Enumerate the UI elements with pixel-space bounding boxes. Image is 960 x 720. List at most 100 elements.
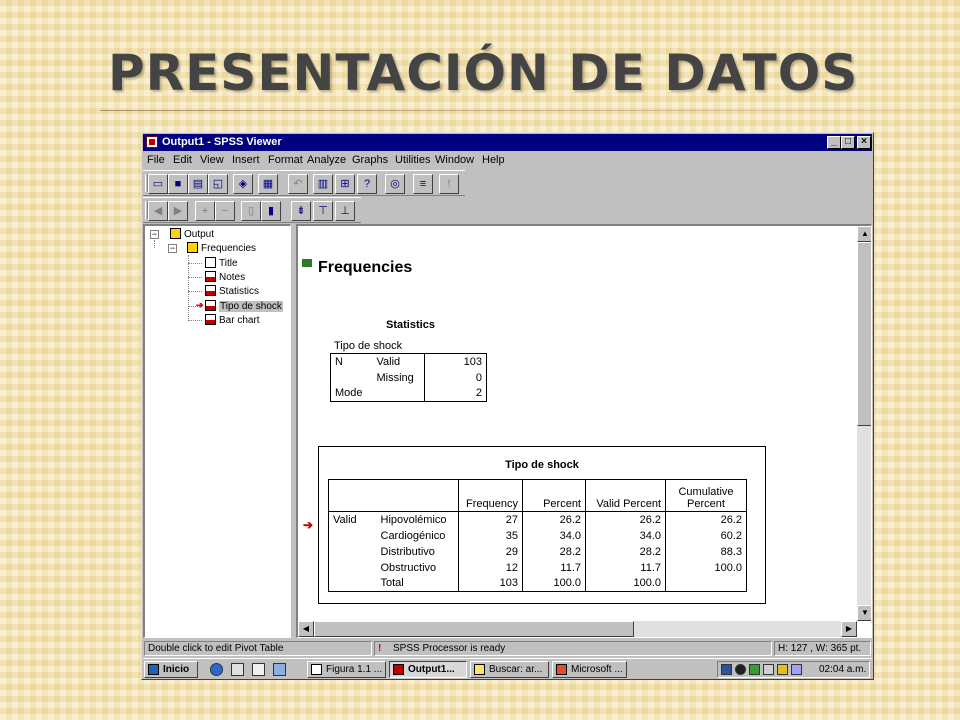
open-icon[interactable]: ▭ (148, 174, 168, 194)
insert-heading-icon[interactable]: ⇟ (291, 201, 311, 221)
vertical-scrollbar[interactable]: ▲ ▼ (857, 226, 871, 621)
task-button-buscar[interactable]: Buscar: ar... (470, 661, 549, 678)
table-cell: Obstructivo (380, 561, 437, 574)
task-button-output1[interactable]: Output1... (389, 661, 467, 678)
tree-node-bar-chart[interactable]: Bar chart (205, 314, 260, 327)
frequency-pivot-table[interactable]: Frequency Percent Valid Percent Cumulati… (328, 479, 747, 592)
tree-node-output[interactable]: Output (170, 228, 214, 241)
table-cell: Cardiogénico (380, 529, 446, 542)
show-icon[interactable]: ▯ (241, 201, 261, 221)
goto-data-icon[interactable]: ▥ (313, 174, 333, 194)
book-icon (187, 242, 198, 253)
desktop-icon[interactable] (252, 663, 265, 676)
collapse-icon[interactable]: − (215, 201, 235, 221)
minimize-button[interactable]: _ (827, 136, 841, 149)
spss-app-icon (393, 664, 404, 675)
table-cell: 29 (458, 543, 523, 560)
menu-edit[interactable]: Edit (173, 154, 192, 166)
hide-icon[interactable]: ▮ (261, 201, 281, 221)
output-content-pane[interactable]: Frequencies Statistics Tipo de shock N V… (296, 224, 872, 638)
document-icon (205, 257, 216, 268)
task-label: Buscar: ar... (489, 664, 543, 675)
maximize-button[interactable]: □ (841, 136, 855, 149)
tree-connector (188, 320, 202, 321)
table-cell: 60.2 (665, 527, 747, 544)
statistics-pivot-table[interactable]: N Valid 103 Missing 0 Mode 2 (330, 353, 487, 402)
tray-volume-icon[interactable] (763, 664, 774, 675)
tray-display-icon[interactable] (721, 664, 732, 675)
table-cell: 103 (458, 575, 523, 592)
scroll-left-icon[interactable]: ◀ (298, 621, 314, 637)
menu-file[interactable]: File (147, 154, 165, 166)
horizontal-scrollbar[interactable]: ◀ ▶ (298, 621, 857, 637)
window-titlebar[interactable]: Output1 - SPSS Viewer _ □ × (143, 134, 872, 151)
task-button-microsoft[interactable]: Microsoft ... (552, 661, 627, 678)
tree-node-statistics[interactable]: Statistics (205, 285, 259, 298)
tray-media-icon[interactable] (735, 664, 746, 675)
frequencies-heading[interactable]: Frequencies (318, 259, 412, 277)
tray-pen-icon[interactable] (777, 664, 788, 675)
menu-window[interactable]: Window (435, 154, 474, 166)
start-button[interactable]: Inicio (144, 661, 198, 678)
promote-icon[interactable]: ◀ (148, 201, 168, 221)
insert-title-icon[interactable]: ⊤ (313, 201, 333, 221)
current-item-arrow-icon: ➔ (196, 300, 204, 310)
table-cell (328, 527, 377, 544)
tree-node-title[interactable]: Title (205, 257, 238, 270)
print-icon[interactable]: ▤ (188, 174, 208, 194)
insert-text-icon[interactable]: ⊥ (335, 201, 355, 221)
internet-explorer-icon[interactable] (210, 663, 223, 676)
taskbar-clock[interactable]: 02:04 a.m. (819, 664, 866, 675)
close-button[interactable]: × (857, 136, 871, 149)
spss-viewer-window: Output1 - SPSS Viewer _ □ × File Edit Vi… (141, 132, 874, 680)
spss-app-icon[interactable] (146, 136, 158, 148)
demote-icon[interactable]: ▶ (168, 201, 188, 221)
menu-analyze[interactable]: Analyze (307, 154, 346, 166)
menu-insert[interactable]: Insert (232, 154, 260, 166)
table-row: Mode 2 (330, 385, 487, 402)
collapse-output-icon[interactable]: − (150, 230, 159, 239)
recall-dialog-icon[interactable]: ▦ (258, 174, 278, 194)
table-cell: 2 (424, 385, 487, 402)
table-cell: Hipovolémico (380, 513, 447, 526)
tray-network-icon[interactable] (749, 664, 760, 675)
menu-help[interactable]: Help (482, 154, 505, 166)
frequency-table-frame[interactable]: Tipo de shock Frequency Percent Valid Pe… (318, 446, 766, 604)
save-icon[interactable]: ■ (168, 174, 188, 194)
cumulative-header-line: Percent (687, 498, 725, 510)
tray-mouse-icon[interactable] (791, 664, 802, 675)
task-label: Figura 1.1 ... (326, 664, 383, 675)
variables-icon[interactable]: ? (357, 174, 377, 194)
outline-tree-pane[interactable]: − Output − Frequencies Title Notes Stati… (143, 224, 291, 638)
menu-utilities[interactable]: Utilities (395, 154, 430, 166)
value-labels-icon[interactable]: ◎ (385, 174, 405, 194)
tree-node-tipo-de-shock[interactable]: Tipo de shock (205, 300, 283, 313)
menubar: File Edit View Insert Format Analyze Gra… (143, 152, 872, 169)
scroll-up-icon[interactable]: ▲ (857, 226, 871, 242)
menu-graphs[interactable]: Graphs (352, 154, 388, 166)
scroll-right-icon[interactable]: ▶ (841, 621, 857, 637)
vertical-scroll-thumb[interactable] (857, 242, 871, 426)
table-cell: 34.0 (585, 527, 666, 544)
goto-case-icon[interactable]: ⊞ (335, 174, 355, 194)
horizontal-scroll-thumb[interactable] (314, 621, 634, 637)
menu-format[interactable]: Format (268, 154, 303, 166)
undo-icon[interactable]: ↶ (288, 174, 308, 194)
print-preview-icon[interactable]: ◱ (208, 174, 228, 194)
task-button-figura[interactable]: Figura 1.1 ... (307, 661, 386, 678)
designate-window-icon[interactable]: ≡ (413, 174, 433, 194)
menu-view[interactable]: View (200, 154, 224, 166)
chart-icon (205, 314, 216, 325)
alert-icon[interactable]: ! (439, 174, 459, 194)
collapse-frequencies-icon[interactable]: − (168, 244, 177, 253)
tree-node-frequencies[interactable]: Frequencies (187, 242, 256, 255)
outlook-express-icon[interactable] (231, 663, 244, 676)
channels-icon[interactable] (273, 663, 286, 676)
scroll-down-icon[interactable]: ▼ (857, 605, 871, 621)
table-header-cell: Cumulative Percent (665, 479, 747, 512)
expand-icon[interactable]: + (195, 201, 215, 221)
table-header-cell (328, 479, 377, 512)
window-title: Output1 - SPSS Viewer (162, 136, 282, 148)
tree-node-notes[interactable]: Notes (205, 271, 245, 284)
export-icon[interactable]: ◈ (233, 174, 253, 194)
